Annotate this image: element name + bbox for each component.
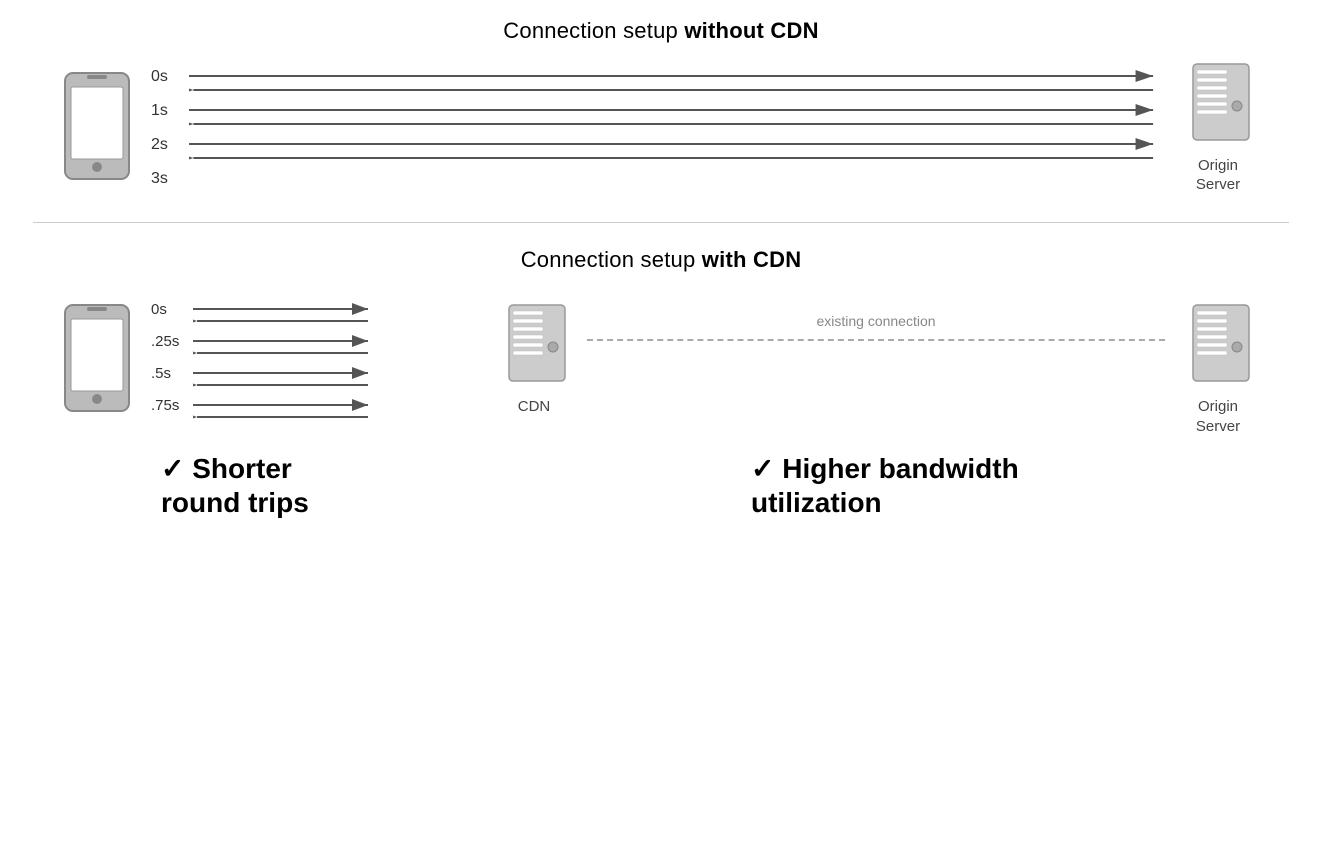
bottom-section: Connection setup with CDN 0s .25s .5s .7… xyxy=(0,237,1322,537)
time-label-0s: 0s xyxy=(151,68,168,86)
benefit-bandwidth-text: ✓ Higher bandwidth utilization xyxy=(751,453,1019,518)
top-title-normal: Connection setup xyxy=(503,18,684,43)
bottom-server-wrapper: OriginServer xyxy=(1175,303,1261,436)
benefit-bandwidth: ✓ Higher bandwidth utilization xyxy=(551,452,1261,519)
cdn-time-0s: 0s xyxy=(151,301,167,318)
time-label-3s: 3s xyxy=(151,170,168,188)
top-arrows-svg xyxy=(189,58,1175,198)
cdn-arrows-svg xyxy=(193,293,393,433)
top-timeline: 0s 1s 2s 3s xyxy=(151,58,1175,198)
bottom-title-normal: Connection setup xyxy=(521,247,702,272)
existing-connection-label: existing connection xyxy=(816,313,935,329)
time-label-1s: 1s xyxy=(151,102,168,120)
top-section: Connection setup without CDN 0s 1s 2s 3s xyxy=(0,0,1322,216)
bottom-diagram-row: 0s .25s .5s .75s xyxy=(61,293,1261,436)
section-divider xyxy=(33,222,1289,223)
phone-icon xyxy=(61,71,151,186)
top-server-label: OriginServer xyxy=(1196,156,1240,195)
cdn-server-wrapper: CDN xyxy=(491,303,577,417)
top-title-bold: without CDN xyxy=(684,18,818,43)
bottom-title-bold: with CDN xyxy=(702,247,802,272)
benefit-shorter: ✓ Shorter round trips xyxy=(151,452,551,519)
top-title: Connection setup without CDN xyxy=(503,18,818,44)
top-diagram-row: 0s 1s 2s 3s xyxy=(61,58,1261,198)
benefit-shorter-text: ✓ Shorter round trips xyxy=(161,453,309,518)
dotted-line xyxy=(587,339,1165,341)
cdn-time-25s: .25s xyxy=(151,333,179,350)
benefits-row: ✓ Shorter round trips ✓ Higher bandwidth… xyxy=(61,452,1261,519)
time-label-2s: 2s xyxy=(151,136,168,154)
bottom-server-label: OriginServer xyxy=(1196,397,1240,436)
bottom-phone-icon xyxy=(61,303,151,418)
cdn-timeline: 0s .25s .5s .75s xyxy=(151,293,491,433)
cdn-label: CDN xyxy=(518,397,551,417)
bottom-title: Connection setup with CDN xyxy=(521,247,802,273)
cdn-time-75s: .75s xyxy=(151,397,179,414)
existing-connection-area: existing connection xyxy=(587,293,1165,433)
top-server-wrapper: OriginServer xyxy=(1175,62,1261,195)
cdn-time-5s: .5s xyxy=(151,365,171,382)
